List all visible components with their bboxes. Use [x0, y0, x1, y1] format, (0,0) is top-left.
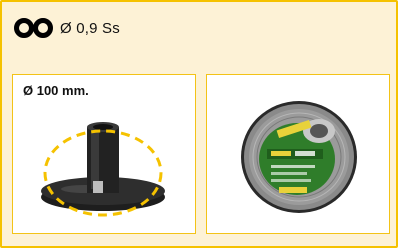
product-info-panel: Ø 0,9 Ss Ø 100 mm. — [0, 0, 398, 248]
wire-spool-image — [241, 101, 357, 213]
spool-holder-card: Ø 100 mm. — [12, 74, 196, 234]
spec-header: Ø 0,9 Ss — [14, 14, 120, 42]
spool-holder-image — [41, 122, 165, 217]
wire-diameter-spec: Ø 0,9 Ss — [60, 19, 120, 37]
wire-spool-card — [206, 74, 390, 234]
double-circle-icon — [14, 18, 53, 38]
